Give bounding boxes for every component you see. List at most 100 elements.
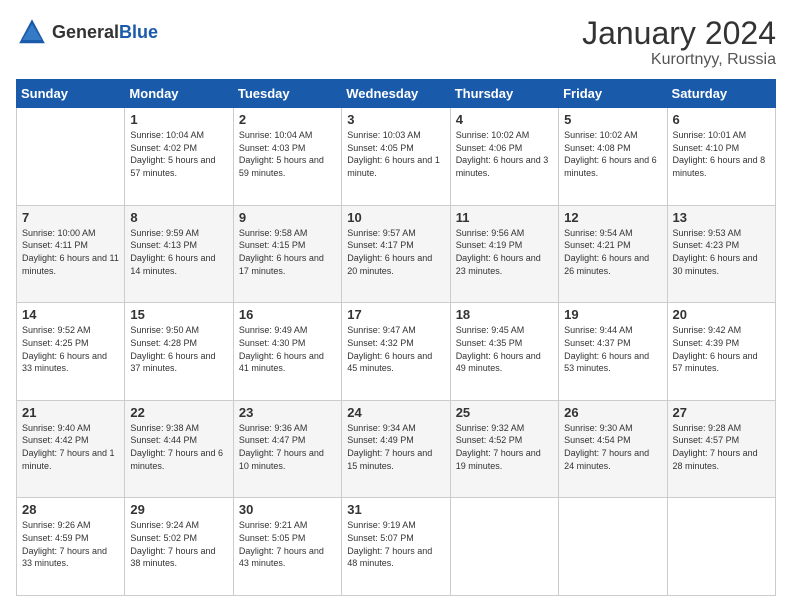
day-number: 1 — [130, 112, 227, 127]
sunrise-text: Sunrise: 9:36 AM — [239, 422, 336, 435]
day-number: 4 — [456, 112, 553, 127]
day-number: 29 — [130, 502, 227, 517]
daylight-text: Daylight: 6 hours and 11 minutes. — [22, 252, 119, 277]
day-info: Sunrise: 10:01 AM Sunset: 4:10 PM Daylig… — [673, 129, 770, 179]
daylight-text: Daylight: 6 hours and 41 minutes. — [239, 350, 336, 375]
day-info: Sunrise: 9:45 AM Sunset: 4:35 PM Dayligh… — [456, 324, 553, 374]
sunset-text: Sunset: 4:11 PM — [22, 239, 119, 252]
sunset-text: Sunset: 4:28 PM — [130, 337, 227, 350]
table-row: 6 Sunrise: 10:01 AM Sunset: 4:10 PM Dayl… — [667, 108, 775, 206]
day-info: Sunrise: 9:53 AM Sunset: 4:23 PM Dayligh… — [673, 227, 770, 277]
daylight-text: Daylight: 5 hours and 59 minutes. — [239, 154, 336, 179]
day-info: Sunrise: 9:34 AM Sunset: 4:49 PM Dayligh… — [347, 422, 444, 472]
sunrise-text: Sunrise: 10:01 AM — [673, 129, 770, 142]
day-info: Sunrise: 9:36 AM Sunset: 4:47 PM Dayligh… — [239, 422, 336, 472]
daylight-text: Daylight: 6 hours and 26 minutes. — [564, 252, 661, 277]
daylight-text: Daylight: 6 hours and 45 minutes. — [347, 350, 444, 375]
sunset-text: Sunset: 4:23 PM — [673, 239, 770, 252]
day-number: 6 — [673, 112, 770, 127]
day-info: Sunrise: 9:59 AM Sunset: 4:13 PM Dayligh… — [130, 227, 227, 277]
sunset-text: Sunset: 4:49 PM — [347, 434, 444, 447]
day-number: 30 — [239, 502, 336, 517]
sunset-text: Sunset: 5:05 PM — [239, 532, 336, 545]
table-row: 9 Sunrise: 9:58 AM Sunset: 4:15 PM Dayli… — [233, 205, 341, 303]
table-row: 21 Sunrise: 9:40 AM Sunset: 4:42 PM Dayl… — [17, 400, 125, 498]
day-info: Sunrise: 10:02 AM Sunset: 4:06 PM Daylig… — [456, 129, 553, 179]
day-number: 22 — [130, 405, 227, 420]
sunrise-text: Sunrise: 10:00 AM — [22, 227, 119, 240]
table-row: 19 Sunrise: 9:44 AM Sunset: 4:37 PM Dayl… — [559, 303, 667, 401]
sunset-text: Sunset: 4:21 PM — [564, 239, 661, 252]
daylight-text: Daylight: 6 hours and 49 minutes. — [456, 350, 553, 375]
sunrise-text: Sunrise: 9:24 AM — [130, 519, 227, 532]
table-row: 31 Sunrise: 9:19 AM Sunset: 5:07 PM Dayl… — [342, 498, 450, 596]
day-number: 27 — [673, 405, 770, 420]
sunset-text: Sunset: 4:25 PM — [22, 337, 119, 350]
sunrise-text: Sunrise: 9:57 AM — [347, 227, 444, 240]
day-number: 12 — [564, 210, 661, 225]
day-number: 7 — [22, 210, 119, 225]
daylight-text: Daylight: 7 hours and 43 minutes. — [239, 545, 336, 570]
day-number: 18 — [456, 307, 553, 322]
daylight-text: Daylight: 6 hours and 57 minutes. — [673, 350, 770, 375]
table-row: 10 Sunrise: 9:57 AM Sunset: 4:17 PM Dayl… — [342, 205, 450, 303]
day-info: Sunrise: 10:04 AM Sunset: 4:03 PM Daylig… — [239, 129, 336, 179]
sunrise-text: Sunrise: 9:21 AM — [239, 519, 336, 532]
sunrise-text: Sunrise: 9:49 AM — [239, 324, 336, 337]
day-number: 23 — [239, 405, 336, 420]
day-info: Sunrise: 9:19 AM Sunset: 5:07 PM Dayligh… — [347, 519, 444, 569]
calendar-header-row: Sunday Monday Tuesday Wednesday Thursday… — [17, 80, 776, 108]
day-number: 19 — [564, 307, 661, 322]
daylight-text: Daylight: 6 hours and 17 minutes. — [239, 252, 336, 277]
sunset-text: Sunset: 4:03 PM — [239, 142, 336, 155]
sunrise-text: Sunrise: 9:52 AM — [22, 324, 119, 337]
day-info: Sunrise: 9:52 AM Sunset: 4:25 PM Dayligh… — [22, 324, 119, 374]
daylight-text: Daylight: 7 hours and 24 minutes. — [564, 447, 661, 472]
table-row: 5 Sunrise: 10:02 AM Sunset: 4:08 PM Dayl… — [559, 108, 667, 206]
sunrise-text: Sunrise: 10:03 AM — [347, 129, 444, 142]
day-number: 28 — [22, 502, 119, 517]
daylight-text: Daylight: 7 hours and 38 minutes. — [130, 545, 227, 570]
sunset-text: Sunset: 4:15 PM — [239, 239, 336, 252]
sunset-text: Sunset: 4:35 PM — [456, 337, 553, 350]
table-row: 4 Sunrise: 10:02 AM Sunset: 4:06 PM Dayl… — [450, 108, 558, 206]
table-row: 14 Sunrise: 9:52 AM Sunset: 4:25 PM Dayl… — [17, 303, 125, 401]
sunrise-text: Sunrise: 9:58 AM — [239, 227, 336, 240]
sunset-text: Sunset: 4:19 PM — [456, 239, 553, 252]
table-row: 13 Sunrise: 9:53 AM Sunset: 4:23 PM Dayl… — [667, 205, 775, 303]
sunset-text: Sunset: 5:02 PM — [130, 532, 227, 545]
sunset-text: Sunset: 4:42 PM — [22, 434, 119, 447]
daylight-text: Daylight: 7 hours and 6 minutes. — [130, 447, 227, 472]
day-number: 3 — [347, 112, 444, 127]
table-row: 3 Sunrise: 10:03 AM Sunset: 4:05 PM Dayl… — [342, 108, 450, 206]
day-number: 13 — [673, 210, 770, 225]
daylight-text: Daylight: 7 hours and 33 minutes. — [22, 545, 119, 570]
daylight-text: Daylight: 6 hours and 33 minutes. — [22, 350, 119, 375]
table-row: 20 Sunrise: 9:42 AM Sunset: 4:39 PM Dayl… — [667, 303, 775, 401]
table-row: 17 Sunrise: 9:47 AM Sunset: 4:32 PM Dayl… — [342, 303, 450, 401]
calendar-week-row: 1 Sunrise: 10:04 AM Sunset: 4:02 PM Dayl… — [17, 108, 776, 206]
sunset-text: Sunset: 4:32 PM — [347, 337, 444, 350]
logo-general-text: General — [52, 22, 119, 42]
sunrise-text: Sunrise: 9:44 AM — [564, 324, 661, 337]
sunset-text: Sunset: 4:57 PM — [673, 434, 770, 447]
sunset-text: Sunset: 4:47 PM — [239, 434, 336, 447]
day-info: Sunrise: 9:58 AM Sunset: 4:15 PM Dayligh… — [239, 227, 336, 277]
month-title: January 2024 — [582, 16, 776, 51]
sunset-text: Sunset: 4:44 PM — [130, 434, 227, 447]
sunrise-text: Sunrise: 9:28 AM — [673, 422, 770, 435]
sunrise-text: Sunrise: 9:40 AM — [22, 422, 119, 435]
table-row: 23 Sunrise: 9:36 AM Sunset: 4:47 PM Dayl… — [233, 400, 341, 498]
day-number: 31 — [347, 502, 444, 517]
col-tuesday: Tuesday — [233, 80, 341, 108]
day-info: Sunrise: 9:40 AM Sunset: 4:42 PM Dayligh… — [22, 422, 119, 472]
sunset-text: Sunset: 4:17 PM — [347, 239, 444, 252]
logo: GeneralBlue — [16, 16, 158, 48]
calendar-week-row: 28 Sunrise: 9:26 AM Sunset: 4:59 PM Dayl… — [17, 498, 776, 596]
table-row: 11 Sunrise: 9:56 AM Sunset: 4:19 PM Dayl… — [450, 205, 558, 303]
sunset-text: Sunset: 4:37 PM — [564, 337, 661, 350]
table-row — [667, 498, 775, 596]
day-info: Sunrise: 9:38 AM Sunset: 4:44 PM Dayligh… — [130, 422, 227, 472]
sunrise-text: Sunrise: 10:04 AM — [130, 129, 227, 142]
col-sunday: Sunday — [17, 80, 125, 108]
